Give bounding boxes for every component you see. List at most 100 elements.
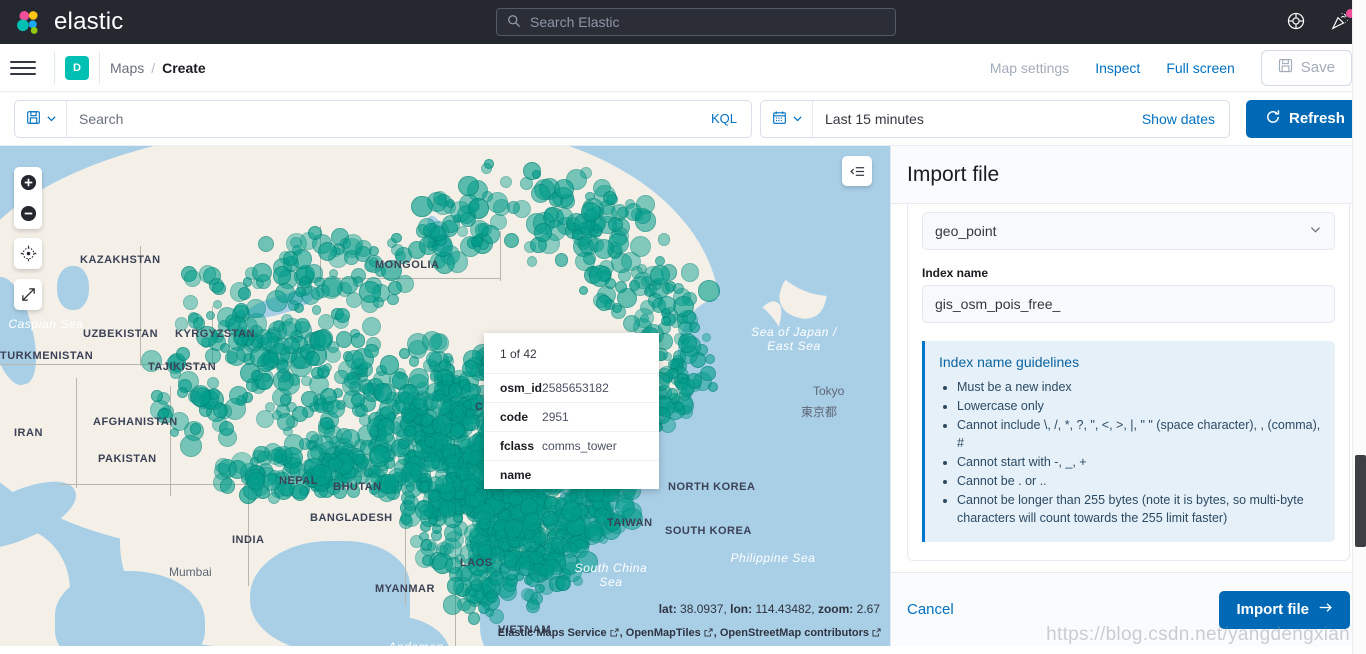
map-marker[interactable] bbox=[488, 571, 504, 587]
map-marker[interactable] bbox=[379, 355, 400, 375]
map-marker[interactable] bbox=[301, 391, 318, 408]
map-marker[interactable] bbox=[658, 296, 676, 315]
full-screen-button[interactable]: Full screen bbox=[1166, 60, 1234, 76]
map-marker[interactable] bbox=[704, 353, 715, 364]
browser-scrollbar-thumb[interactable] bbox=[1355, 455, 1366, 547]
global-search[interactable] bbox=[496, 8, 896, 36]
index-name-input[interactable] bbox=[922, 285, 1335, 323]
map-marker[interactable] bbox=[411, 195, 433, 217]
browser-scrollbar[interactable] bbox=[1352, 0, 1366, 654]
map-marker[interactable] bbox=[458, 176, 479, 197]
refresh-button[interactable]: Refresh bbox=[1246, 99, 1364, 138]
map-marker[interactable] bbox=[404, 425, 416, 437]
map-marker[interactable] bbox=[378, 426, 395, 443]
map-marker[interactable] bbox=[182, 295, 198, 310]
map-marker[interactable] bbox=[452, 405, 464, 417]
map-marker[interactable] bbox=[368, 445, 391, 467]
query-search-input[interactable] bbox=[67, 110, 711, 127]
attribution-link-omt[interactable]: OpenMapTiles bbox=[626, 627, 701, 639]
show-dates-button[interactable]: Show dates bbox=[1142, 111, 1229, 127]
map-marker[interactable] bbox=[282, 251, 298, 266]
map-marker[interactable] bbox=[151, 390, 163, 402]
map-marker[interactable] bbox=[618, 268, 632, 282]
map-marker[interactable] bbox=[365, 473, 382, 490]
map-marker[interactable] bbox=[219, 478, 236, 494]
map-marker[interactable] bbox=[470, 220, 489, 239]
map-marker[interactable] bbox=[523, 241, 536, 254]
map-marker[interactable] bbox=[140, 350, 162, 372]
import-file-button[interactable]: Import file bbox=[1219, 590, 1350, 629]
map-marker[interactable] bbox=[595, 294, 612, 311]
space-avatar[interactable]: D bbox=[65, 55, 89, 80]
map-marker[interactable] bbox=[400, 490, 416, 506]
map-marker[interactable] bbox=[617, 207, 629, 219]
save-button[interactable]: Save bbox=[1260, 49, 1352, 86]
map-marker[interactable] bbox=[456, 225, 468, 237]
map-marker[interactable] bbox=[274, 282, 295, 303]
map-marker[interactable] bbox=[252, 262, 272, 283]
map-marker[interactable] bbox=[404, 407, 418, 421]
map-marker[interactable] bbox=[168, 361, 179, 371]
map-marker[interactable] bbox=[657, 233, 671, 246]
map-marker[interactable] bbox=[373, 297, 384, 308]
map-marker[interactable] bbox=[501, 508, 512, 519]
map-marker[interactable] bbox=[187, 313, 204, 329]
map-marker[interactable] bbox=[294, 317, 310, 333]
map-marker[interactable] bbox=[311, 305, 321, 315]
map-marker[interactable] bbox=[700, 365, 716, 382]
cancel-button[interactable]: Cancel bbox=[907, 601, 954, 618]
map-marker[interactable] bbox=[523, 512, 542, 531]
map-marker[interactable] bbox=[350, 333, 366, 348]
map-marker[interactable] bbox=[435, 474, 454, 494]
map-marker[interactable] bbox=[362, 316, 382, 336]
map-marker[interactable] bbox=[485, 590, 498, 603]
map-marker[interactable] bbox=[680, 262, 700, 282]
map-marker[interactable] bbox=[328, 456, 343, 472]
zoom-out-button[interactable] bbox=[14, 198, 42, 229]
brand[interactable]: elastic bbox=[14, 7, 123, 37]
fit-to-bounds-icon[interactable] bbox=[14, 279, 42, 310]
map-marker[interactable] bbox=[677, 378, 696, 396]
map-marker[interactable] bbox=[414, 500, 435, 520]
map-marker[interactable] bbox=[380, 260, 402, 281]
map-marker[interactable] bbox=[504, 519, 523, 539]
help-circle-icon[interactable] bbox=[1286, 11, 1308, 33]
map-marker[interactable] bbox=[190, 387, 211, 408]
map-marker[interactable] bbox=[176, 347, 191, 361]
map-marker[interactable] bbox=[272, 266, 292, 285]
map-marker[interactable] bbox=[554, 528, 566, 540]
map-marker[interactable] bbox=[334, 370, 349, 385]
map-marker[interactable] bbox=[556, 208, 573, 225]
map-marker[interactable] bbox=[440, 443, 457, 459]
map-marker[interactable] bbox=[250, 324, 263, 338]
map-marker[interactable] bbox=[246, 299, 266, 319]
map-marker[interactable] bbox=[467, 587, 477, 597]
map-marker[interactable] bbox=[218, 421, 234, 437]
map-marker[interactable] bbox=[659, 416, 676, 433]
map-marker[interactable] bbox=[424, 435, 437, 448]
map-marker[interactable] bbox=[386, 411, 396, 422]
map-marker[interactable] bbox=[593, 238, 614, 259]
map-canvas[interactable]: KAZAKHSTAN MONGOLIA UZBEKISTAN KYRGYZSTAN TU… bbox=[0, 146, 890, 646]
map-marker[interactable] bbox=[310, 329, 332, 351]
geo-type-select[interactable]: geo_point bbox=[922, 212, 1335, 250]
map-marker[interactable] bbox=[257, 235, 275, 253]
map-marker[interactable] bbox=[179, 435, 202, 457]
map-marker[interactable] bbox=[408, 355, 420, 367]
map-feature-tooltip[interactable]: 1 of 42 osm_id 2585653182 code 2951 fcla… bbox=[484, 333, 659, 489]
map-marker[interactable] bbox=[698, 280, 720, 302]
map-marker[interactable] bbox=[467, 612, 481, 625]
map-marker[interactable] bbox=[184, 269, 202, 287]
hamburger-menu-icon[interactable] bbox=[10, 55, 36, 81]
saved-query-menu-button[interactable] bbox=[15, 100, 67, 137]
map-marker[interactable] bbox=[446, 577, 465, 595]
map-marker[interactable] bbox=[412, 394, 427, 409]
map-marker[interactable] bbox=[262, 352, 279, 369]
map-marker[interactable] bbox=[491, 546, 501, 556]
map-marker[interactable] bbox=[281, 371, 291, 382]
map-marker[interactable] bbox=[157, 408, 169, 420]
breadcrumb-item-maps[interactable]: Maps bbox=[110, 60, 144, 76]
map-marker[interactable] bbox=[359, 414, 371, 426]
zoom-in-button[interactable] bbox=[14, 167, 42, 198]
map-marker[interactable] bbox=[520, 177, 533, 190]
